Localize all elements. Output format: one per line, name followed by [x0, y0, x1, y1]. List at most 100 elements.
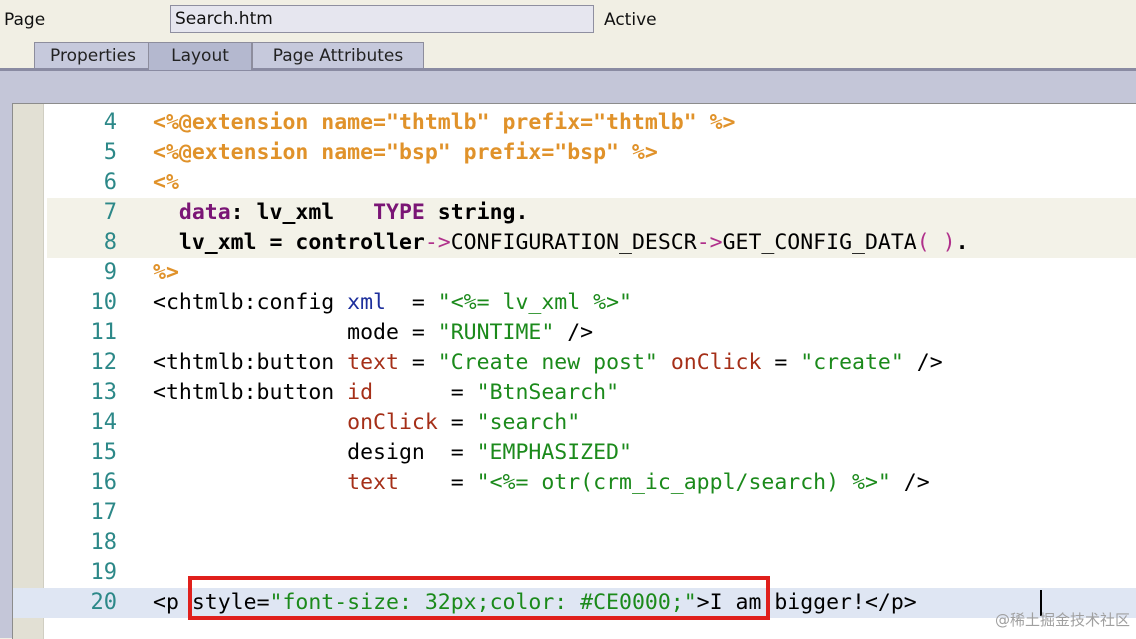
page-status: Active: [604, 10, 657, 30]
code-token: <p: [153, 590, 192, 615]
code-token: >I am bigger!</p>: [696, 590, 917, 615]
code-line[interactable]: 17: [13, 498, 1136, 528]
code-line[interactable]: 5 <%@extension name="bsp" prefix="bsp" %>: [13, 138, 1136, 168]
line-number: 15: [90, 440, 118, 465]
code-line[interactable]: 9 %>: [13, 258, 1136, 288]
line-number: 12: [90, 350, 118, 375]
code-line[interactable]: 15 design = "EMPHASIZED": [13, 438, 1136, 468]
page-label: Page: [4, 10, 46, 30]
code-token: string.: [424, 200, 529, 225]
code-token: CONFIGURATION_DESCR: [450, 230, 697, 255]
code-token: data: [178, 200, 231, 225]
code-text: design = "EMPHASIZED": [153, 438, 1136, 468]
line-number: 14: [90, 410, 118, 435]
code-token: lv_xml = controller: [178, 230, 425, 255]
code-token: "BtnSearch": [476, 380, 620, 405]
line-number: 13: [90, 380, 118, 405]
code-token: "<%= otr(crm_ic_appl/search) %>": [476, 470, 891, 495]
code-token: onClick: [347, 410, 438, 435]
code-token: ->: [424, 230, 451, 255]
code-token: <chtmlb:config: [153, 290, 348, 315]
code-text: mode = "RUNTIME" />: [153, 318, 1136, 348]
code-text: onClick = "search": [153, 408, 1136, 438]
code-text: <chtmlb:config xml = "<%= lv_xml %>": [153, 288, 1136, 318]
code-token: ->: [696, 230, 723, 255]
line-number: 10: [90, 290, 118, 315]
code-text: <p style="font-size: 32px;color: #CE0000…: [153, 588, 1136, 618]
code-text: text = "<%= otr(crm_ic_appl/search) %>" …: [153, 468, 1136, 498]
code-token: GET_CONFIG_DATA: [722, 230, 917, 255]
code-token: "RUNTIME": [437, 320, 555, 345]
code-token: "<%= lv_xml %>": [437, 290, 632, 315]
tab-bar: Properties Layout Page Attributes: [0, 38, 1136, 70]
line-number: 18: [90, 530, 118, 555]
tab-page-attributes[interactable]: Page Attributes: [252, 42, 424, 70]
code-token: =: [761, 350, 801, 375]
code-token: <%@extension name="bsp" prefix="bsp" %>: [153, 140, 658, 165]
code-token: mode =: [153, 320, 438, 345]
page-name-field[interactable]: Search.htm: [170, 5, 594, 33]
code-line[interactable]: 6 <%: [13, 168, 1136, 198]
line-number: 6: [103, 170, 117, 195]
code-token: TYPE: [373, 200, 425, 225]
code-line[interactable]: 11 mode = "RUNTIME" />: [13, 318, 1136, 348]
line-number: 19: [90, 560, 118, 585]
code-line[interactable]: 7 data: lv_xml TYPE string.: [13, 198, 1136, 228]
code-line[interactable]: 13 <thtmlb:button id = "BtnSearch": [13, 378, 1136, 408]
line-number: 9: [103, 260, 117, 285]
line-number: 4: [103, 110, 117, 135]
code-token: "Create new post": [437, 350, 658, 375]
code-token: <thtmlb:button: [153, 380, 348, 405]
line-number: 7: [103, 200, 117, 225]
line-number: 8: [103, 230, 117, 255]
code-line[interactable]: 10 <chtmlb:config xml = "<%= lv_xml %>": [13, 288, 1136, 318]
code-line[interactable]: 4 <%@extension name="thtmlb" prefix="thtm…: [13, 108, 1136, 138]
code-text: lv_xml = controller->CONFIGURATION_DESCR…: [153, 228, 1136, 258]
code-token: =: [398, 470, 477, 495]
line-number: 11: [90, 320, 118, 345]
code-text: %>: [153, 258, 1136, 288]
code-line[interactable]: 14 onClick = "search": [13, 408, 1136, 438]
line-number: 16: [90, 470, 118, 495]
line-number: 5: [103, 140, 117, 165]
code-token: id: [347, 380, 374, 405]
tab-properties[interactable]: Properties: [34, 42, 152, 70]
code-token: : lv_xml: [230, 200, 374, 225]
code-token: "font-size: 32px;color: #CE0000;": [269, 590, 697, 615]
code-token: %>: [153, 260, 179, 285]
tab-layout[interactable]: Layout: [148, 42, 252, 70]
code-token: ( ): [916, 230, 956, 255]
line-number: 17: [90, 500, 118, 525]
code-token: "search": [476, 410, 581, 435]
code-editor[interactable]: 4 <%@extension name="thtmlb" prefix="thtm…: [12, 103, 1136, 639]
code-token: text: [347, 350, 399, 375]
code-line[interactable]: 20 <p style="font-size: 32px;color: #CE00…: [13, 588, 1136, 618]
code-line[interactable]: 8 lv_xml = controller->CONFIGURATION_DES…: [13, 228, 1136, 258]
code-text: <%@extension name="thtmlb" prefix="thtml…: [153, 108, 1136, 138]
code-token: xml: [347, 290, 387, 315]
code-token: text: [347, 470, 399, 495]
code-text: <%: [153, 168, 1136, 198]
code-token: =: [437, 410, 477, 435]
code-token: "create": [800, 350, 904, 375]
line-number: 20: [90, 590, 118, 615]
code-token: design =: [153, 440, 477, 465]
code-token: "EMPHASIZED": [476, 440, 632, 465]
code-text: <thtmlb:button text = "Create new post" …: [153, 348, 1136, 378]
code-token: />: [554, 320, 594, 345]
code-token: =: [373, 380, 477, 405]
code-line[interactable]: 19: [13, 558, 1136, 588]
code-line[interactable]: 16 text = "<%= otr(crm_ic_appl/search) %…: [13, 468, 1136, 498]
code-line[interactable]: 18: [13, 528, 1136, 558]
code-line[interactable]: 12 <thtmlb:button text = "Create new post…: [13, 348, 1136, 378]
code-text: <thtmlb:button id = "BtnSearch": [153, 378, 1136, 408]
code-text: data: lv_xml TYPE string.: [153, 198, 1136, 228]
code-token: =: [398, 350, 438, 375]
watermark: @稀土掘金技术社区: [994, 611, 1130, 629]
code-token: <thtmlb:button: [153, 350, 348, 375]
